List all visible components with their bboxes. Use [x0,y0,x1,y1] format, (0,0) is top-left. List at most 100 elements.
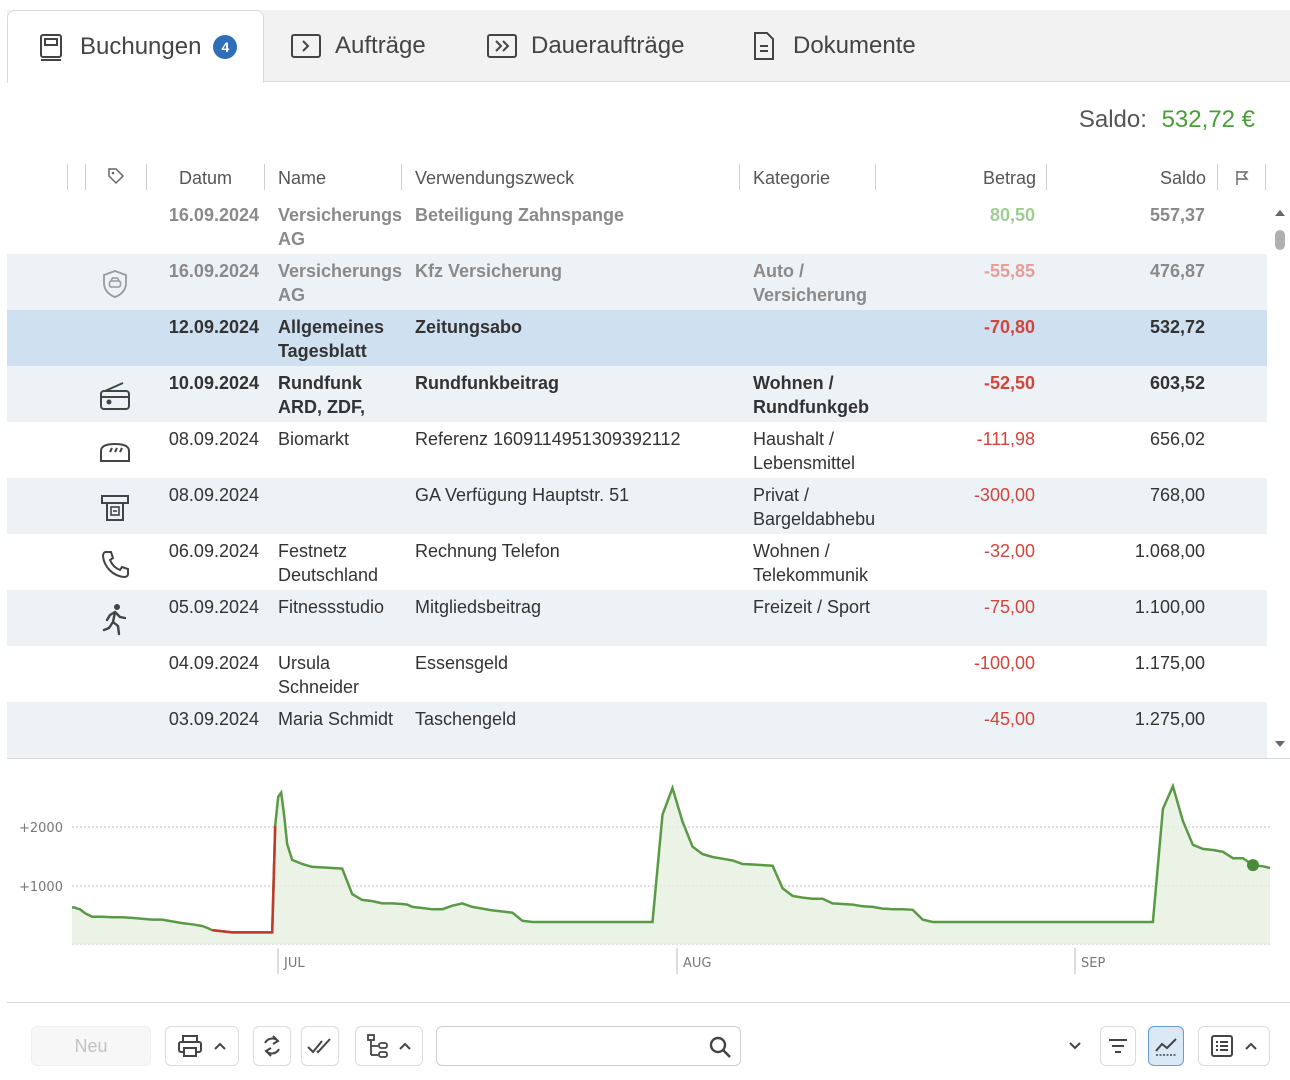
search-icon[interactable] [708,1035,732,1064]
today-marker [1247,859,1259,872]
table-row[interactable]: 16.09.2024 Versicherungs AG Kfz Versiche… [7,254,1267,310]
balance-line-low [211,825,277,934]
column-separator[interactable] [1265,164,1266,190]
tree-view-button[interactable] [355,1026,423,1066]
saldo-value: 532,72 € [1161,106,1255,133]
view-options-button[interactable] [1198,1026,1270,1066]
bread-icon [97,434,133,470]
column-separator[interactable] [67,164,68,190]
column-separator[interactable] [875,164,876,190]
chart-toggle-button[interactable] [1148,1026,1184,1066]
chevron-up-icon [1245,1042,1257,1050]
sync-button[interactable] [253,1026,291,1066]
row-purpose: Taschengeld [415,709,517,729]
column-header-date[interactable]: Datum [179,160,232,196]
refresh-icon [264,1035,280,1057]
row-purpose: Kfz Versicherung [415,261,563,281]
tab-dokumente[interactable]: Dokumente [749,10,916,82]
y-tick-label: +2000 [19,821,63,836]
column-header-amount[interactable]: Betrag [983,160,1036,196]
row-amount: -111,98 [976,429,1035,449]
row-date: 08.09.2024 [168,485,259,505]
column-separator[interactable] [1046,164,1047,190]
table-row[interactable]: 08.09.2024 Biomarkt Referenz 16091149513… [7,422,1267,478]
row-date: 05.09.2024 [168,597,259,617]
row-category: Wohnen / Rundfunkgeb [753,373,869,417]
table-row[interactable]: 04.09.2024 Ursula Schneider Essensgeld -… [7,646,1267,702]
list-chart-divider [7,758,1290,759]
row-category: Wohnen / Telekommunik [753,541,869,585]
column-header-purpose[interactable]: Verwendungszweck [415,160,574,196]
row-name: Ursula Schneider [278,653,360,697]
column-separator[interactable] [146,164,147,190]
tab-buchungen[interactable]: Buchungen 4 [7,10,264,83]
tab-auftraege[interactable]: Aufträge [291,10,426,82]
row-purpose: Beteiligung Zahnspange [415,205,625,225]
row-amount: -45,00 [983,709,1035,729]
tab-dauerauftraege[interactable]: Daueraufträge [487,10,684,82]
row-date: 08.09.2024 [168,429,259,449]
mark-all-read-button[interactable] [301,1026,339,1066]
new-button[interactable]: Neu [31,1026,151,1066]
arrow-box-icon [291,31,321,61]
row-amount: -70,80 [983,317,1035,337]
transaction-list: 16.09.2024 Versicherungs AG Beteiligung … [7,198,1267,758]
document-icon [749,31,779,61]
column-header-name[interactable]: Name [278,160,326,196]
table-row[interactable]: 05.09.2024 Fitnessstudio Mitgliedsbeitra… [7,590,1267,646]
row-name: Biomarkt [278,429,350,449]
row-amount: -52,50 [983,373,1035,393]
balance-area [72,786,1270,944]
column-separator[interactable] [739,164,740,190]
row-balance: 1.068,00 [1134,541,1205,561]
scroll-up-arrow-icon[interactable] [1273,206,1287,218]
filter-button[interactable] [1100,1026,1136,1066]
tab-buchungen-label: Buchungen [80,33,202,60]
row-balance: 1.175,00 [1134,653,1205,673]
row-amount: -75,00 [983,597,1035,617]
shield-car-icon [97,266,133,302]
row-name: Fitnessstudio [278,597,385,617]
chevron-up-icon [399,1042,411,1050]
search-input[interactable] [443,1028,703,1064]
table-row[interactable]: 03.09.2024 Maria Schmidt Taschengeld -45… [7,702,1267,758]
flag-column-icon[interactable] [1235,160,1249,196]
balance-chart: +2000 +1000 JUL AUG SEP [7,760,1290,1000]
scroll-down-arrow-icon[interactable] [1273,737,1287,749]
tag-column-icon[interactable] [107,158,125,194]
row-name: Rundfunk ARD, ZDF, [278,373,365,417]
row-name: Versicherungs AG [278,261,403,305]
dropdown-button[interactable] [1057,1026,1093,1066]
table-row-selected[interactable]: 12.09.2024 Allgemeines Tagesblatt Zeitun… [7,310,1267,366]
tree-structure-icon [367,1034,388,1058]
search-box [436,1026,741,1066]
row-category: Privat / Bargeldabhebu [753,485,876,529]
x-tick-label-sep: SEP [1081,956,1105,971]
row-amount: -55,85 [983,261,1035,281]
balance-chart-svg: +2000 +1000 JUL AUG SEP [19,782,1271,974]
column-separator[interactable] [85,164,86,190]
list-view-icon [1211,1035,1233,1057]
row-category: Auto / Versicherung [753,261,868,305]
row-purpose: Referenz 1609114951309392112 [415,429,681,449]
double-arrow-box-icon [487,31,517,61]
table-row[interactable]: 06.09.2024 Festnetz Deutschland Rechnung… [7,534,1267,590]
line-chart-icon [1155,1038,1177,1056]
column-separator[interactable] [264,164,265,190]
row-name: Maria Schmidt [278,709,394,729]
print-button[interactable] [165,1026,239,1066]
table-row[interactable]: 08.09.2024 GA Verfügung Hauptstr. 51 Pri… [7,478,1267,534]
row-name: Versicherungs AG [278,205,403,249]
column-separator[interactable] [401,164,402,190]
phone-icon [97,546,133,582]
column-separator[interactable] [1217,164,1218,190]
tab-dokumente-label: Dokumente [793,32,916,59]
scrollbar-thumb[interactable] [1275,230,1285,250]
column-header-category[interactable]: Kategorie [753,160,830,196]
table-row[interactable]: 16.09.2024 Versicherungs AG Beteiligung … [7,198,1267,254]
row-purpose: Rundfunkbeitrag [415,373,559,393]
tab-bar: Buchungen 4 Aufträge Daueraufträge Dokum… [7,10,1290,83]
row-name: Festnetz Deutschland [278,541,379,585]
column-header-balance[interactable]: Saldo [1160,160,1206,196]
table-row[interactable]: 10.09.2024 Rundfunk ARD, ZDF, Rundfunkbe… [7,366,1267,422]
